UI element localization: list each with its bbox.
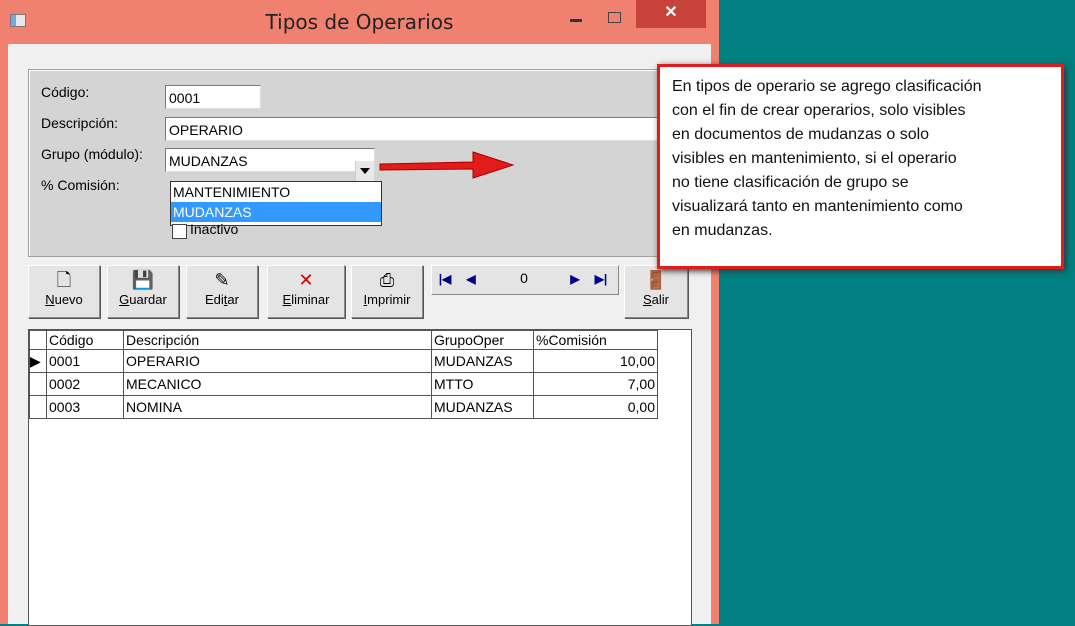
app-window: Tipos de Operarios ✕ Código: 0001 Descri… bbox=[0, 0, 719, 626]
grupo-dropdown-list[interactable]: MANTENIMIENTO MUDANZAS bbox=[170, 181, 382, 226]
imprimir-button[interactable]: ⎙ Imprimir bbox=[351, 265, 423, 318]
eliminar-button[interactable]: ✕ Eliminar bbox=[267, 265, 345, 318]
cell-descripcion[interactable]: OPERARIO bbox=[123, 349, 432, 373]
annotation-callout: En tipos de operario se agrego clasifica… bbox=[657, 64, 1064, 269]
prev-record-button[interactable]: ◀ bbox=[460, 269, 482, 289]
delete-icon: ✕ bbox=[298, 270, 314, 290]
grupo-dropdown-button[interactable] bbox=[355, 161, 374, 181]
row-indicator bbox=[29, 395, 47, 419]
last-record-button[interactable]: ▶| bbox=[590, 269, 612, 289]
cell-descripcion[interactable]: NOMINA bbox=[123, 395, 432, 419]
print-icon: ⎙ bbox=[379, 270, 395, 290]
data-table: Código Descripción GrupoOper %Comisión ▶… bbox=[29, 330, 658, 419]
column-header-descripcion[interactable]: Descripción bbox=[123, 330, 432, 350]
row-indicator bbox=[29, 372, 47, 396]
current-row-indicator-icon: ▶ bbox=[29, 349, 47, 373]
annotation-line: visualizará tanto en mantenimiento como bbox=[672, 198, 963, 215]
table-row[interactable]: 0002 MECANICO MTTO 7,00 bbox=[29, 372, 658, 396]
column-header-comision[interactable]: %Comisión bbox=[533, 330, 658, 350]
cell-grupooper[interactable]: MUDANZAS bbox=[431, 349, 534, 373]
cell-codigo[interactable]: 0003 bbox=[46, 395, 124, 419]
descripcion-label: Descripción: bbox=[41, 115, 119, 131]
annotation-line: en documentos de mudanzas o solo bbox=[672, 126, 930, 143]
window-client-area: Código: 0001 Descripción: OPERARIO Grupo… bbox=[8, 44, 711, 626]
row-indicator-header bbox=[29, 330, 47, 350]
next-record-button[interactable]: ▶ bbox=[564, 269, 586, 289]
maximize-icon bbox=[608, 12, 621, 23]
column-header-codigo[interactable]: Código bbox=[46, 330, 124, 350]
cell-grupooper[interactable]: MUDANZAS bbox=[431, 395, 534, 419]
exit-icon: 🚪 bbox=[644, 270, 668, 290]
first-record-button[interactable]: |◀ bbox=[434, 269, 456, 289]
new-doc-icon: 🗋 bbox=[56, 270, 72, 290]
chevron-down-icon bbox=[360, 168, 370, 174]
maximize-button[interactable] bbox=[604, 8, 626, 28]
codigo-label: Código: bbox=[41, 84, 90, 100]
minimize-icon bbox=[570, 19, 582, 22]
minimize-button[interactable] bbox=[566, 8, 588, 28]
grupo-label: Grupo (módulo): bbox=[41, 146, 143, 162]
close-button[interactable]: ✕ bbox=[636, 0, 706, 28]
annotation-arrow-icon bbox=[379, 151, 515, 179]
descripcion-input[interactable]: OPERARIO bbox=[165, 117, 687, 141]
annotation-line: en mudanzas. bbox=[672, 222, 773, 239]
table-header-row: Código Descripción GrupoOper %Comisión bbox=[29, 330, 658, 350]
guardar-button[interactable]: 💾 Guardar bbox=[107, 265, 179, 318]
annotation-line: En tipos de operario se agrego clasifica… bbox=[672, 78, 982, 95]
cell-comision[interactable]: 7,00 bbox=[533, 372, 658, 396]
inactivo-label: Inactivo bbox=[190, 221, 239, 237]
nuevo-button[interactable]: 🗋 Nuevo bbox=[28, 265, 100, 318]
grupo-select[interactable]: MUDANZAS bbox=[165, 148, 375, 172]
inactivo-checkbox[interactable] bbox=[172, 224, 187, 239]
record-count: 0 bbox=[520, 270, 528, 286]
record-navigator: |◀ ◀ 0 ▶ ▶| bbox=[431, 265, 619, 295]
comision-label: % Comisión: bbox=[41, 177, 120, 193]
cell-comision[interactable]: 0,00 bbox=[533, 395, 658, 419]
editar-button[interactable]: ✎ Editar bbox=[186, 265, 258, 318]
salir-button[interactable]: 🚪 Salir bbox=[624, 265, 688, 318]
dropdown-option-mantenimiento[interactable]: MANTENIMIENTO bbox=[171, 182, 381, 202]
codigo-input[interactable]: 0001 bbox=[165, 85, 261, 109]
column-header-grupooper[interactable]: GrupoOper bbox=[431, 330, 534, 350]
cell-comision[interactable]: 10,00 bbox=[533, 349, 658, 373]
cell-codigo[interactable]: 0001 bbox=[46, 349, 124, 373]
table-row[interactable]: 0003 NOMINA MUDANZAS 0,00 bbox=[29, 395, 658, 419]
cell-codigo[interactable]: 0002 bbox=[46, 372, 124, 396]
cell-grupooper[interactable]: MTTO bbox=[431, 372, 534, 396]
annotation-line: con el fin de crear operarios, solo visi… bbox=[672, 102, 966, 119]
annotation-line: no tiene clasificación de grupo se bbox=[672, 174, 909, 191]
cell-descripcion[interactable]: MECANICO bbox=[123, 372, 432, 396]
edit-icon: ✎ bbox=[214, 270, 230, 290]
annotation-line: visibles en mantenimiento, si el operari… bbox=[672, 150, 957, 167]
table-row[interactable]: ▶ 0001 OPERARIO MUDANZAS 10,00 bbox=[29, 349, 658, 373]
save-icon: 💾 bbox=[131, 270, 155, 290]
title-bar[interactable]: Tipos de Operarios ✕ bbox=[0, 0, 719, 44]
dropdown-option-mudanzas[interactable]: MUDANZAS bbox=[171, 202, 381, 222]
operarios-grid[interactable]: Código Descripción GrupoOper %Comisión ▶… bbox=[28, 329, 692, 626]
